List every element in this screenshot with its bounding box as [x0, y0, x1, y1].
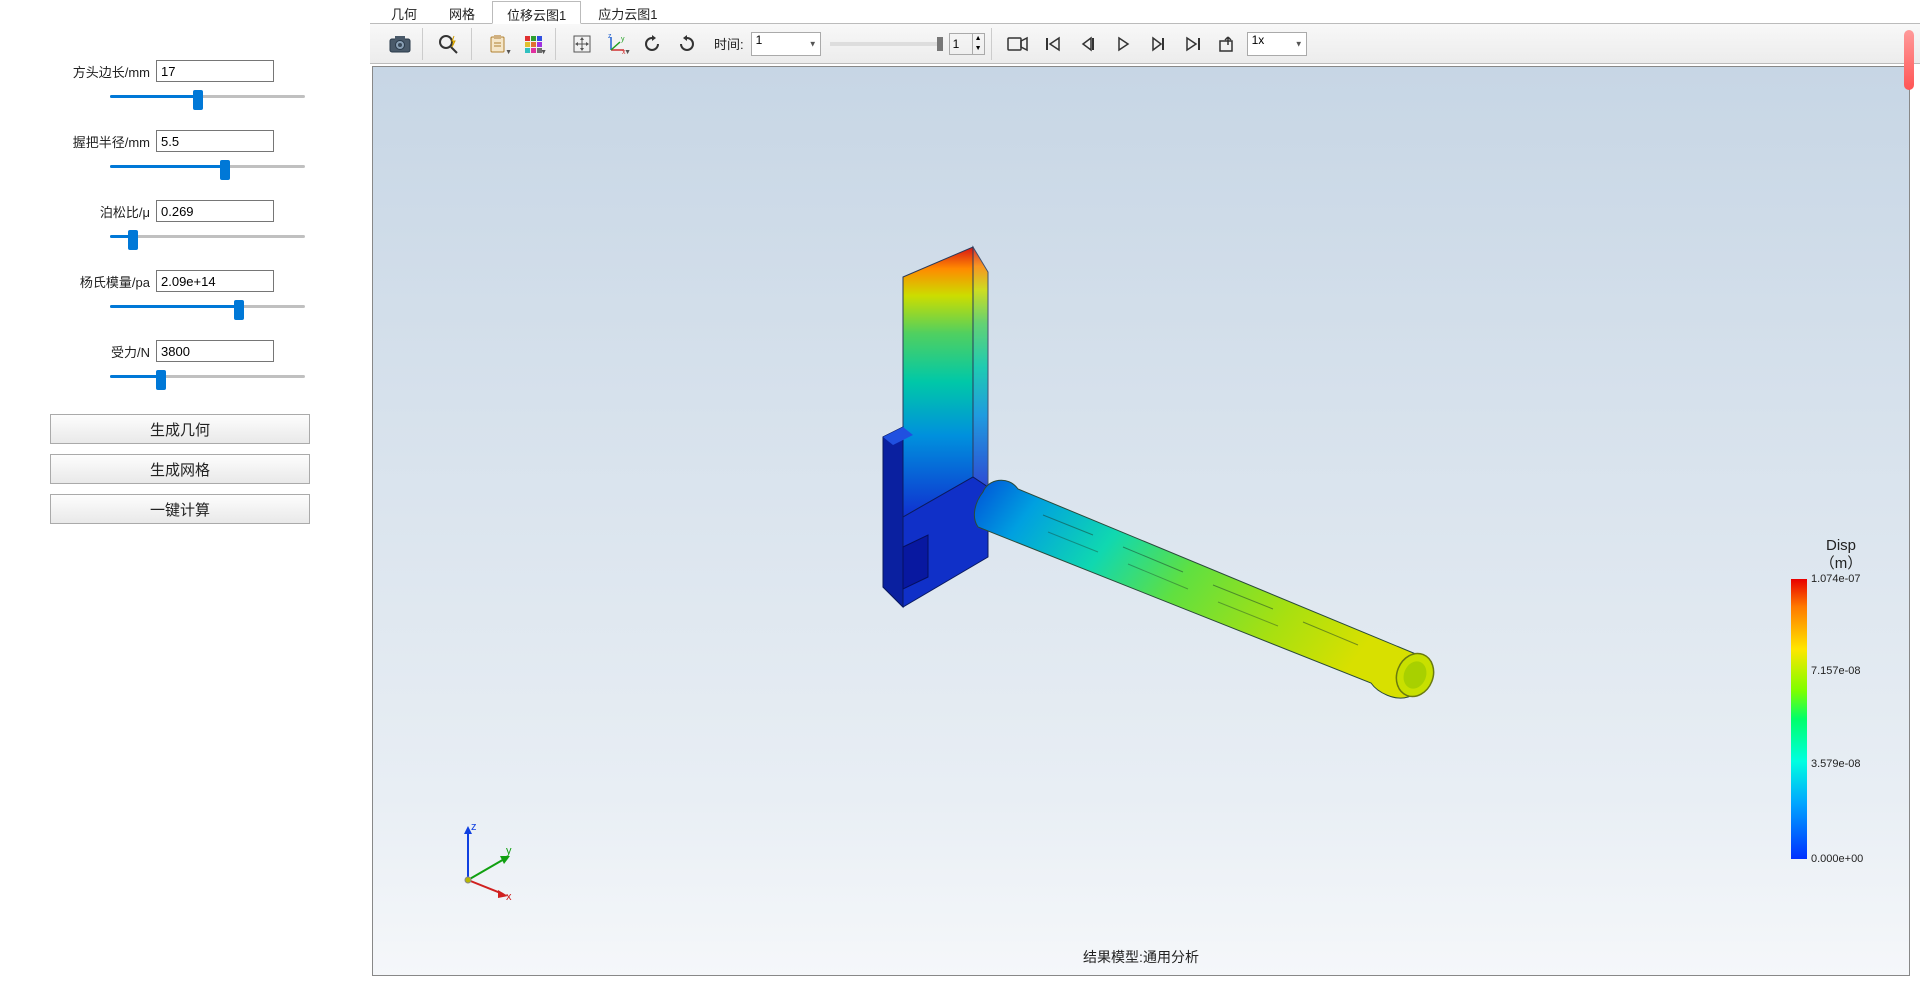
param-input-4[interactable] [156, 340, 274, 362]
param-label-0: 方头边长/mm [50, 62, 150, 81]
param-input-2[interactable] [156, 200, 274, 222]
time-select[interactable]: 1▼ [751, 32, 821, 56]
param-label-1: 握把半径/mm [50, 132, 150, 151]
rotate-cw-icon [677, 34, 697, 54]
step-back-icon [1079, 35, 1097, 53]
fea-model-render [813, 217, 1513, 737]
camera-snapshot-button[interactable] [384, 30, 416, 58]
action-button-0[interactable]: 生成几何 [50, 414, 310, 444]
step-back-button[interactable] [1072, 30, 1104, 58]
skip-end-icon [1184, 35, 1202, 53]
parameter-sidebar: 方头边长/mm 握把半径/mm 泊松比/μ 杨氏模量/pa 受力/N 生成几何生成网格一… [0, 0, 370, 986]
legend-title-2: （m） [1791, 555, 1891, 573]
spin-up[interactable]: ▲ [972, 34, 984, 44]
zoom-flash-button[interactable] [433, 30, 465, 58]
param-slider-1[interactable] [110, 156, 305, 176]
time-label: 时间: [714, 34, 744, 53]
3d-viewport[interactable]: z y x Disp （m） 1.074e-07 7.157e-08 3.579e-… [372, 66, 1910, 976]
svg-text:z: z [608, 34, 612, 40]
spin-down[interactable]: ▼ [972, 44, 984, 54]
legend-gradient-bar [1791, 579, 1807, 859]
skip-start-button[interactable] [1037, 30, 1069, 58]
pan-icon [572, 34, 592, 54]
tab-3[interactable]: 应力云图1 [583, 0, 672, 23]
time-slider[interactable] [830, 42, 940, 46]
param-label-4: 受力/N [50, 342, 150, 361]
record-button[interactable] [1002, 30, 1034, 58]
skip-end-button[interactable] [1177, 30, 1209, 58]
export-icon [1218, 35, 1238, 53]
step-forward-icon [1149, 35, 1167, 53]
view-tabs: 几何网格位移云图1应力云图1 [370, 0, 1920, 24]
param-label-3: 杨氏模量/pa [50, 272, 150, 291]
step-forward-button[interactable] [1142, 30, 1174, 58]
tab-1[interactable]: 网格 [434, 0, 490, 23]
rotate-ccw-button[interactable] [636, 30, 668, 58]
clipboard-dropdown-button[interactable]: ▼ [482, 30, 514, 58]
viewport-footer-label: 结果模型:通用分析 [1083, 947, 1199, 967]
param-slider-4[interactable] [110, 366, 305, 386]
svg-text:x: x [506, 891, 512, 900]
param-slider-3[interactable] [110, 296, 305, 316]
rotate-ccw-icon [642, 34, 662, 54]
legend-tick-0: 1.074e-07 [1811, 573, 1861, 585]
legend-tick-1: 7.157e-08 [1811, 665, 1861, 677]
axis-orientation-dropdown-button[interactable]: zyx ▼ [601, 30, 633, 58]
svg-text:y: y [621, 36, 625, 43]
param-slider-2[interactable] [110, 226, 305, 246]
action-button-1[interactable]: 生成网格 [50, 454, 310, 484]
rotate-cw-button[interactable] [671, 30, 703, 58]
svg-text:y: y [506, 845, 512, 857]
viewport-toolbar: ▼ ▼ zyx ▼ [370, 24, 1920, 64]
action-button-2[interactable]: 一键计算 [50, 494, 310, 524]
frame-spinner[interactable]: 1 ▲▼ [949, 33, 985, 55]
tab-0[interactable]: 几何 [376, 0, 432, 23]
param-input-1[interactable] [156, 130, 274, 152]
tab-2[interactable]: 位移云图1 [492, 1, 581, 24]
colormap-dropdown-button[interactable]: ▼ [517, 30, 549, 58]
export-button[interactable] [1212, 30, 1244, 58]
camera-icon [389, 35, 411, 53]
param-slider-0[interactable] [110, 86, 305, 106]
param-input-3[interactable] [156, 270, 274, 292]
play-icon [1114, 35, 1132, 53]
main-area: 几何网格位移云图1应力云图1 ▼ [370, 0, 1920, 986]
svg-text:z: z [471, 821, 477, 833]
axis-triad: z y x [448, 820, 528, 900]
magnifier-icon [438, 34, 460, 54]
pan-button[interactable] [566, 30, 598, 58]
legend-tick-3: 0.000e+00 [1811, 853, 1863, 865]
camcorder-icon [1007, 35, 1029, 53]
speed-select[interactable]: 1x▼ [1247, 32, 1307, 56]
legend-title-1: Disp [1791, 537, 1891, 555]
right-dock-handle[interactable] [1904, 30, 1914, 90]
color-legend: Disp （m） 1.074e-077.157e-083.579e-080.00… [1791, 537, 1891, 859]
legend-tick-2: 3.579e-08 [1811, 758, 1861, 770]
param-input-0[interactable] [156, 60, 274, 82]
play-button[interactable] [1107, 30, 1139, 58]
skip-start-icon [1044, 35, 1062, 53]
param-label-2: 泊松比/μ [50, 202, 150, 221]
